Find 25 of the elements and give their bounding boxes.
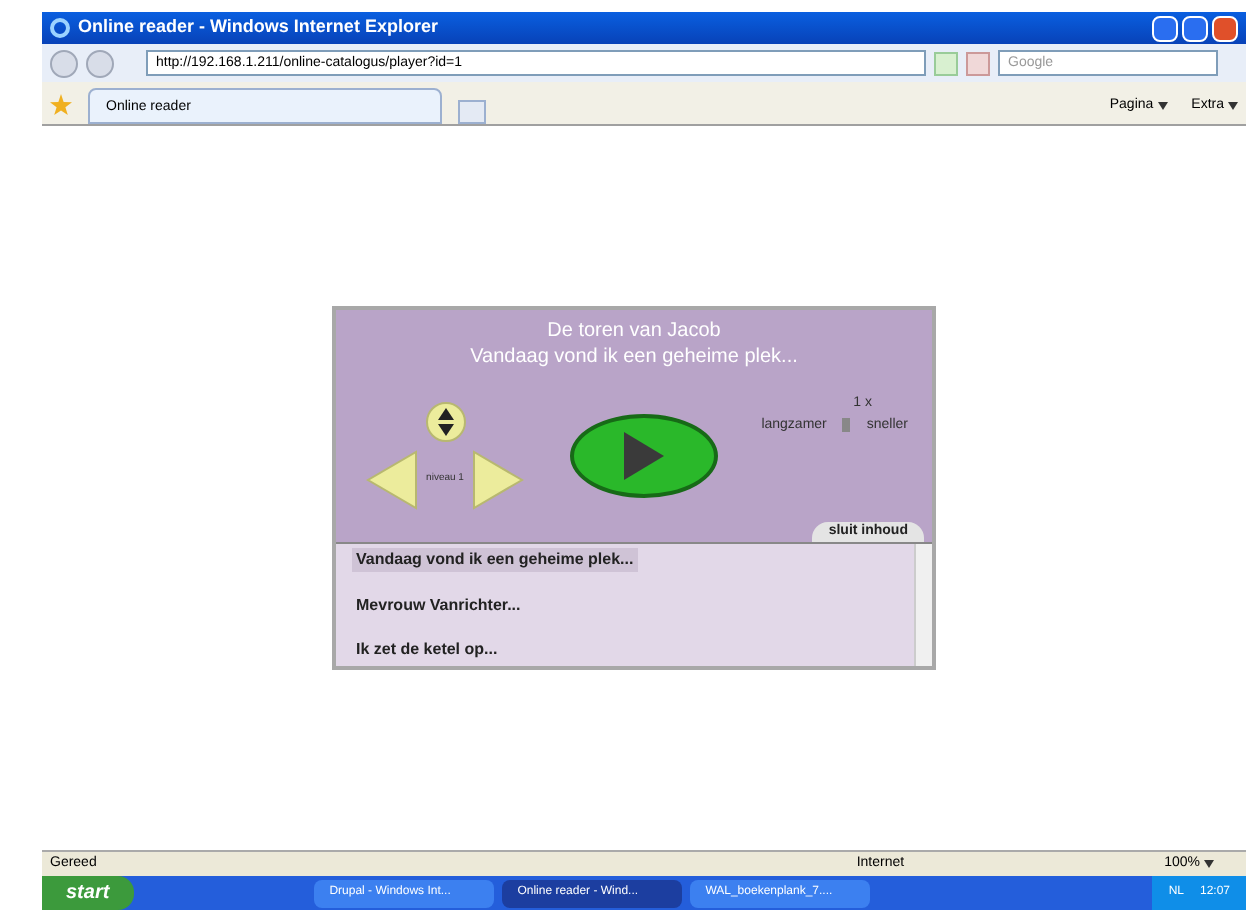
window-title: Online reader - Windows Internet Explorer xyxy=(78,14,438,41)
back-button[interactable] xyxy=(50,49,78,77)
level-toggle-button[interactable] xyxy=(425,402,465,442)
caret-icon xyxy=(1157,101,1168,110)
start-button[interactable]: start xyxy=(42,876,134,910)
stop-button[interactable] xyxy=(966,51,990,75)
speed-slider-thumb[interactable] xyxy=(842,418,851,433)
forward-button[interactable] xyxy=(86,49,114,77)
refresh-button[interactable] xyxy=(934,51,958,75)
maximize-button[interactable] xyxy=(1182,15,1208,41)
star-icon[interactable] xyxy=(50,94,72,116)
close-button[interactable] xyxy=(1212,15,1238,41)
chapter-item[interactable]: Ik zet de ketel op... xyxy=(352,638,502,662)
caret-icon xyxy=(1204,860,1214,868)
scrollbar[interactable] xyxy=(914,544,932,666)
minimize-button[interactable] xyxy=(1152,15,1178,41)
chapter-item[interactable]: Mevrouw Vanrichter... xyxy=(352,593,525,617)
up-down-icon xyxy=(437,408,453,436)
book-title: De toren van Jacob xyxy=(547,318,721,344)
play-icon xyxy=(622,430,666,482)
new-tab-button[interactable] xyxy=(458,100,486,124)
caret-icon xyxy=(1228,101,1238,110)
chapter-title: Vandaag vond ik een geheime plek... xyxy=(470,344,798,370)
browser-icon xyxy=(50,18,70,38)
chapter-item[interactable]: Vandaag vond ik een geheime plek... xyxy=(352,548,638,572)
